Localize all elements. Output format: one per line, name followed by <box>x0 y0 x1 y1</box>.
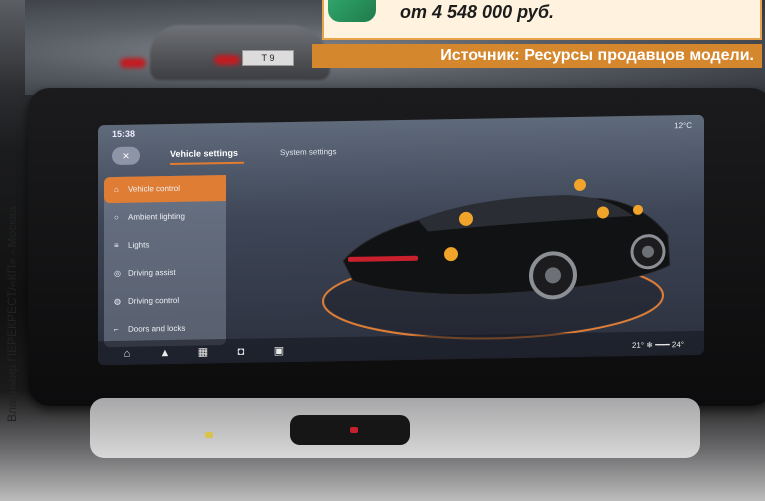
media-icon[interactable]: ▣ <box>272 345 286 357</box>
status-temperature: 12°C <box>674 120 692 131</box>
yellow-indicator <box>205 432 213 438</box>
blurred-car-ahead <box>150 25 330 80</box>
close-button[interactable]: × <box>112 146 140 166</box>
car-icon[interactable]: ◘ <box>234 346 248 358</box>
car-render <box>322 178 671 340</box>
source-banner: Источник: Ресурсы продавцов модели. <box>312 44 762 68</box>
menu-item-lights[interactable]: ≡ Lights <box>104 231 226 259</box>
hotspot-roof[interactable] <box>574 178 586 191</box>
headlight-icon: ≡ <box>114 240 119 251</box>
menu-item-vehicle-control[interactable]: ⌂ Vehicle control <box>104 175 226 204</box>
photo: Т 9 от 4 548 000 руб. Источник: Ресурсы … <box>0 0 765 501</box>
active-tab-indicator <box>170 161 244 166</box>
settings-menu: ⌂ Vehicle control ○ Ambient lighting ≡ Ligh… <box>104 175 226 348</box>
apps-icon[interactable]: ▦ <box>196 346 210 358</box>
steering-icon: ◍ <box>114 296 121 307</box>
menu-item-label: Driving control <box>128 295 180 306</box>
menu-item-label: Vehicle control <box>128 183 181 194</box>
menu-item-label: Driving assist <box>128 267 176 278</box>
menu-item-driving-assist[interactable]: ◎ Driving assist <box>104 259 226 287</box>
menu-item-label: Ambient lighting <box>128 211 185 222</box>
menu-item-label: Doors and locks <box>128 323 186 334</box>
photo-credit: Владимир ПЕРЕКРЕСТ/«КП» - Москва <box>5 206 19 422</box>
climate-strip[interactable]: 21° ❄ ━━━ 24° <box>632 340 684 350</box>
infotainment-screen: 15:38 12°C × Vehicle settings System set… <box>98 114 704 366</box>
door-icon: ⌐ <box>114 324 119 335</box>
tab-system-settings[interactable]: System settings <box>280 147 336 157</box>
license-plate: Т 9 <box>242 50 294 66</box>
warning-icon[interactable]: ▲ <box>158 347 172 359</box>
menu-item-driving-control[interactable]: ◍ Driving control <box>104 287 226 315</box>
car-icon: ⌂ <box>114 184 119 195</box>
status-time: 15:38 <box>112 128 136 140</box>
money-icon <box>328 0 376 22</box>
red-indicator <box>350 427 358 433</box>
tab-vehicle-settings[interactable]: Vehicle settings <box>170 148 238 159</box>
bulb-icon: ○ <box>114 212 119 223</box>
menu-item-label: Lights <box>128 240 150 250</box>
red-light-left <box>120 58 146 68</box>
home-icon[interactable]: ⌂ <box>120 348 134 360</box>
menu-item-ambient-lighting[interactable]: ○ Ambient lighting <box>104 203 226 231</box>
assist-icon: ◎ <box>114 268 121 279</box>
price-text: от 4 548 000 руб. <box>400 2 554 22</box>
red-light-right <box>214 55 240 65</box>
